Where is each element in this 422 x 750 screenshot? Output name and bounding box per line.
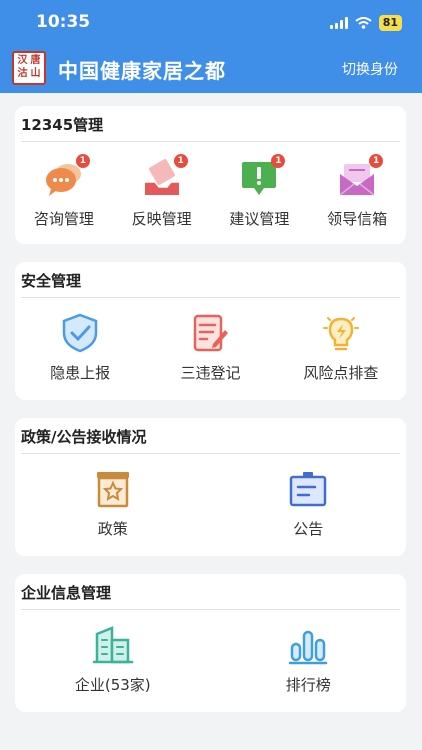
battery-indicator: 81 [378,15,402,31]
menu-item-label: 风险点排查 [303,364,379,382]
status-indicators: 81 [329,13,402,33]
section-card-12345: 12345管理 1 咨询管理 1 反映管理 1 建议管理 1 领导信箱 [15,106,406,244]
status-time: 10:35 [36,12,91,32]
menu-item-feedback[interactable]: 1 反映管理 [113,154,211,229]
section-card-enterprise: 企业信息管理 企业(53家) 排行榜 [15,574,406,712]
menu-item-label: 咨询管理 [33,210,94,228]
status-bar: 10:35 81 [0,0,422,44]
menu-item-label: 领导信箱 [327,210,388,228]
section-title: 12345管理 [21,116,104,134]
menu-item-suggestion[interactable]: 1 建议管理 [211,154,309,229]
app-bar: 汉 唐 沽 山 中国健康家居之都 切换身份 [0,44,422,93]
unread-badge: 1 [173,154,188,168]
unread-badge: 1 [369,154,384,168]
signal-icon [329,17,348,29]
section-card-safety: 安全管理 隐患上报 三违登记 风险点排查 [15,262,406,400]
menu-item-label: 公告 [293,520,324,538]
app-logo: 汉 唐 沽 山 [12,51,46,85]
menu-item-label: 建议管理 [229,210,290,228]
section-card-policy-notice: 政策/公告接收情况 政策 公告 [15,418,406,556]
buildings-icon [92,626,133,664]
menu-item-label: 隐患上报 [50,364,111,382]
lightbulb-bolt-icon [322,317,359,351]
menu-item-label: 反映管理 [131,210,192,228]
menu-item-label: 三违登记 [180,364,241,382]
page-title: 中国健康家居之都 [58,59,226,83]
logo-char: 汉 [17,55,28,66]
shield-check-icon [62,313,98,353]
switch-role-button[interactable]: 切换身份 [342,59,398,79]
unread-badge: 1 [75,154,90,168]
divider [21,297,400,298]
notice-board-icon [290,472,327,507]
menu-item-enterprise[interactable]: 企业(53家) [15,624,211,695]
divider [21,609,400,610]
section-title: 企业信息管理 [21,584,112,602]
logo-char: 山 [30,68,41,79]
menu-item-violation-register[interactable]: 三违登记 [145,312,275,383]
wifi-icon [355,17,372,29]
menu-item-label: 企业(53家) [74,676,151,694]
menu-item-label: 政策 [97,520,128,538]
logo-char: 沽 [17,68,28,79]
unread-badge: 1 [271,154,286,168]
menu-item-consult[interactable]: 1 咨询管理 [15,154,113,229]
divider [21,453,400,454]
section-title: 政策/公告接收情况 [21,428,147,446]
logo-char: 唐 [30,55,41,66]
divider [21,141,400,142]
policy-star-icon [96,472,129,508]
menu-item-hazard-report[interactable]: 隐患上报 [15,312,145,383]
menu-item-ranking[interactable]: 排行榜 [211,624,407,695]
menu-item-leader-mailbox[interactable]: 1 领导信箱 [308,154,406,229]
document-edit-icon [194,314,229,352]
top-header: 10:35 81 汉 唐 沽 山 中国健康家居之都 切换身份 [0,0,422,93]
menu-item-policy[interactable]: 政策 [15,468,211,539]
menu-item-notice[interactable]: 公告 [211,468,407,539]
menu-item-label: 排行榜 [285,676,331,694]
section-title: 安全管理 [21,272,82,290]
menu-item-risk-inspection[interactable]: 风险点排查 [276,312,406,383]
bar-chart-icon [289,630,328,665]
